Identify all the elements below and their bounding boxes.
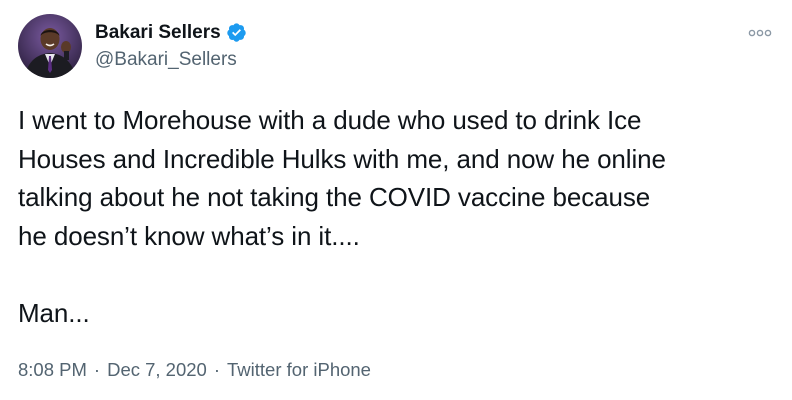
tweet-header: Bakari Sellers @Bakari_Sellers <box>18 14 247 78</box>
author-info: Bakari Sellers @Bakari_Sellers <box>95 20 247 73</box>
tweet-text: I went to Morehouse with a dude who used… <box>18 105 666 328</box>
tweet-timestamp-date[interactable]: Dec 7, 2020 <box>107 357 207 383</box>
tweet-card: Bakari Sellers @Bakari_Sellers I went to… <box>0 0 792 400</box>
avatar[interactable] <box>18 14 82 78</box>
author-display-name[interactable]: Bakari Sellers <box>95 21 221 45</box>
meta-separator: · <box>93 359 101 380</box>
name-row: Bakari Sellers <box>95 20 247 46</box>
tweet-timestamp-time[interactable]: 8:08 PM <box>18 357 87 383</box>
meta-separator: · <box>213 359 221 380</box>
verified-badge-icon <box>226 22 247 43</box>
tweet-metadata: 8:08 PM · Dec 7, 2020 · Twitter for iPho… <box>18 357 371 383</box>
more-options-icon[interactable] <box>748 26 772 38</box>
author-handle[interactable]: @Bakari_Sellers <box>95 47 247 73</box>
tweet-source-link[interactable]: Twitter for iPhone <box>227 357 371 383</box>
